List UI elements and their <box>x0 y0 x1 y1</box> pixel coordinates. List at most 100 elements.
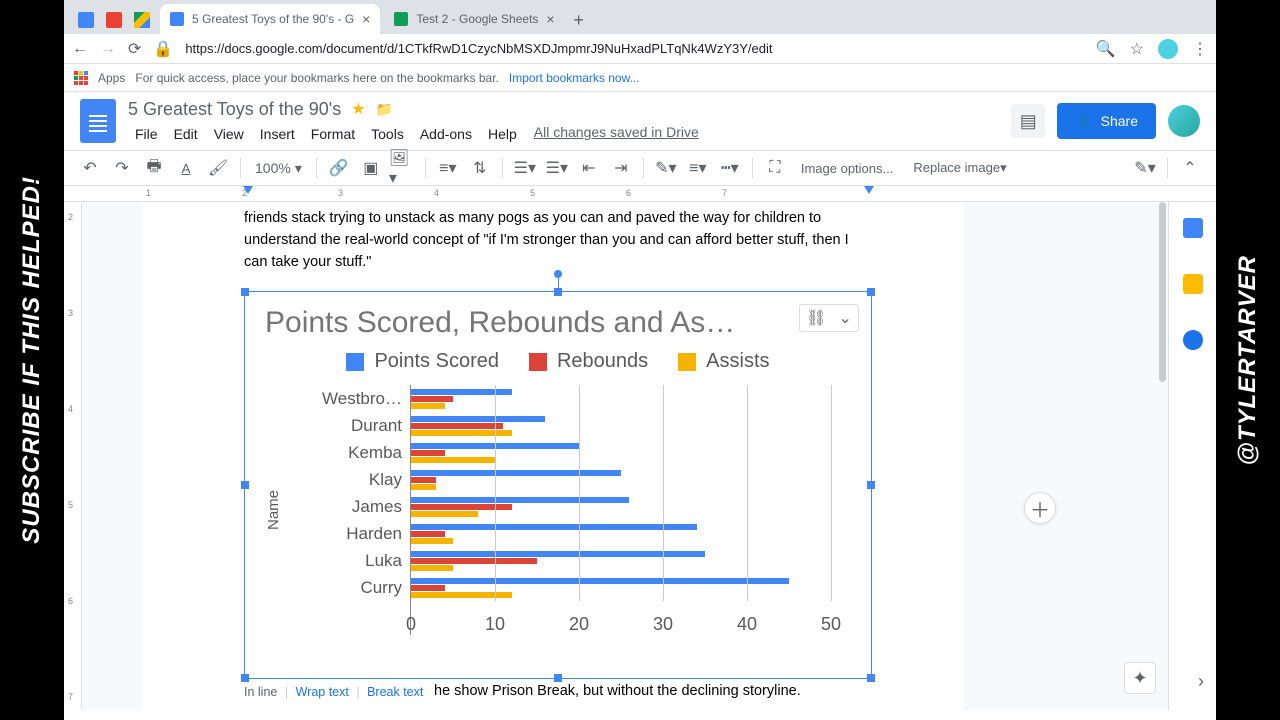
add-comment-fab[interactable]: ＋ <box>1024 492 1056 524</box>
scroll-thumb[interactable] <box>1159 202 1166 382</box>
border-color-button[interactable]: ✎▾ <box>652 154 680 182</box>
collapse-toolbar-button[interactable]: ⌃ <box>1176 154 1204 182</box>
reload-button[interactable]: ⟳ <box>128 39 141 59</box>
bulleted-list-button[interactable]: ☰▾ <box>543 154 571 182</box>
import-bookmarks-link[interactable]: Import bookmarks now... <box>509 71 640 85</box>
resize-handle-bm[interactable] <box>554 674 562 682</box>
save-status[interactable]: All changes saved in Drive <box>534 124 699 144</box>
x-tick-label: 50 <box>821 614 841 635</box>
apps-label[interactable]: Apps <box>98 71 125 85</box>
bookmark-star-icon[interactable]: ☆ <box>1130 39 1144 59</box>
body-paragraph[interactable]: friends stack trying to unstack as many … <box>244 208 862 273</box>
menu-edit[interactable]: Edit <box>167 124 205 144</box>
close-icon[interactable]: × <box>362 11 370 27</box>
account-avatar[interactable] <box>1168 105 1200 137</box>
tab-inactive[interactable]: Test 2 - Google Sheets × <box>384 4 564 34</box>
side-panel-toggle[interactable]: › <box>1198 671 1204 692</box>
explore-button[interactable]: ✦ <box>1124 662 1156 694</box>
menu-tools[interactable]: Tools <box>364 124 411 144</box>
undo-button[interactable]: ↶ <box>76 154 104 182</box>
address-bar: ← → ⟳ 🔒 https://docs.google.com/document… <box>64 34 1216 64</box>
letterbox-left: SUBSCRIBE IF THIS HELPED! <box>0 0 64 720</box>
comment-button[interactable]: ▣ <box>357 154 385 182</box>
category-label: Westbro… <box>288 385 410 412</box>
comments-button[interactable]: ▤ <box>1011 104 1045 138</box>
profile-avatar[interactable] <box>1158 39 1178 59</box>
menu-icon[interactable]: ⋮ <box>1192 39 1208 59</box>
resize-handle-ml[interactable] <box>241 481 249 489</box>
category-label: James <box>288 493 410 520</box>
zoom-select[interactable]: 100% ▾ <box>249 160 308 177</box>
chart-plot-area: Name Westbro…DurantKembaKlayJamesHardenL… <box>265 385 851 635</box>
resize-handle-bl[interactable] <box>241 674 249 682</box>
resize-handle-tl[interactable] <box>241 288 249 296</box>
folder-icon[interactable]: 📁 <box>376 101 393 118</box>
pinned-tab-drive[interactable] <box>128 6 156 34</box>
align-button[interactable]: ≡▾ <box>434 154 462 182</box>
paint-format-button[interactable]: 🖌 <box>204 154 232 182</box>
resize-handle-tm[interactable] <box>554 288 562 296</box>
break-text[interactable]: Break text <box>367 685 423 699</box>
bar <box>411 457 495 463</box>
spellcheck-button[interactable]: A <box>172 154 200 182</box>
keep-icon[interactable] <box>1183 274 1203 294</box>
horizontal-ruler[interactable]: 1234567 <box>64 186 1216 202</box>
ruler-tick: 4 <box>68 404 73 414</box>
doc-title[interactable]: 5 Greatest Toys of the 90's <box>128 99 341 120</box>
new-tab-button[interactable]: + <box>565 6 593 34</box>
menu-addons[interactable]: Add-ons <box>413 124 479 144</box>
vertical-ruler[interactable]: 234567 <box>64 202 82 710</box>
indent-increase-button[interactable]: ⇥ <box>607 154 635 182</box>
crop-button[interactable]: ⛶ <box>761 154 789 182</box>
numbered-list-button[interactable]: ☰▾ <box>511 154 539 182</box>
border-weight-button[interactable]: ≡▾ <box>684 154 712 182</box>
resize-handle-tr[interactable] <box>867 288 875 296</box>
indent-decrease-button[interactable]: ⇤ <box>575 154 603 182</box>
tasks-icon[interactable] <box>1183 330 1203 350</box>
replace-image-button[interactable]: Replace image▾ <box>905 160 1014 176</box>
menu-insert[interactable]: Insert <box>253 124 302 144</box>
forward-button[interactable]: → <box>100 40 116 58</box>
right-indent-marker[interactable] <box>864 186 874 194</box>
ruler-tick: 4 <box>434 188 439 198</box>
rotate-handle[interactable] <box>554 270 562 278</box>
menu-view[interactable]: View <box>207 124 251 144</box>
pinned-tab-docs[interactable] <box>72 6 100 34</box>
scrollbar[interactable] <box>1156 202 1168 670</box>
share-button[interactable]: 👤 Share <box>1057 103 1156 139</box>
category-label: Kemba <box>288 439 410 466</box>
print-button[interactable]: 🖶 <box>140 154 168 182</box>
resize-handle-mr[interactable] <box>867 481 875 489</box>
unlink-icon[interactable]: ⛓ <box>806 308 826 328</box>
apps-icon[interactable] <box>74 71 88 85</box>
menu-help[interactable]: Help <box>481 124 524 144</box>
link-button[interactable]: 🔗 <box>325 154 353 182</box>
image-options-button[interactable]: Image options... <box>793 161 902 176</box>
legend-swatch <box>678 353 696 371</box>
embedded-chart[interactable]: ⛓ ⌄ Points Scored, Rebounds and As… Poin… <box>244 291 872 679</box>
chevron-down-icon[interactable]: ⌄ <box>839 308 852 328</box>
bar-group <box>411 466 851 493</box>
menu-file[interactable]: File <box>128 124 165 144</box>
calendar-icon[interactable] <box>1183 218 1203 238</box>
wrap-inline[interactable]: In line <box>244 685 277 699</box>
zoom-icon[interactable]: 🔍 <box>1096 39 1116 59</box>
tab-active[interactable]: 5 Greatest Toys of the 90's - G × <box>160 4 380 34</box>
resize-handle-br[interactable] <box>867 674 875 682</box>
redo-button[interactable]: ↷ <box>108 154 136 182</box>
wrap-text[interactable]: Wrap text <box>296 685 349 699</box>
back-button[interactable]: ← <box>72 40 88 58</box>
docs-icon <box>170 12 184 26</box>
line-spacing-button[interactable]: ⇅ <box>466 154 494 182</box>
pinned-tab-gmail[interactable] <box>100 6 128 34</box>
star-icon[interactable]: ★ <box>351 99 365 119</box>
body-paragraph-below[interactable]: he show Prison Break, but without the de… <box>434 681 862 703</box>
url-field[interactable]: https://docs.google.com/document/d/1CTkf… <box>185 41 1083 56</box>
border-dash-button[interactable]: ┅▾ <box>716 154 744 182</box>
editing-mode-button[interactable]: ✎▾ <box>1131 154 1159 182</box>
close-icon[interactable]: × <box>546 11 554 27</box>
menu-format[interactable]: Format <box>304 124 362 144</box>
ruler-tick: 1 <box>146 188 151 198</box>
image-button[interactable]: 🖼▾ <box>389 154 417 182</box>
docs-logo[interactable] <box>80 99 116 143</box>
